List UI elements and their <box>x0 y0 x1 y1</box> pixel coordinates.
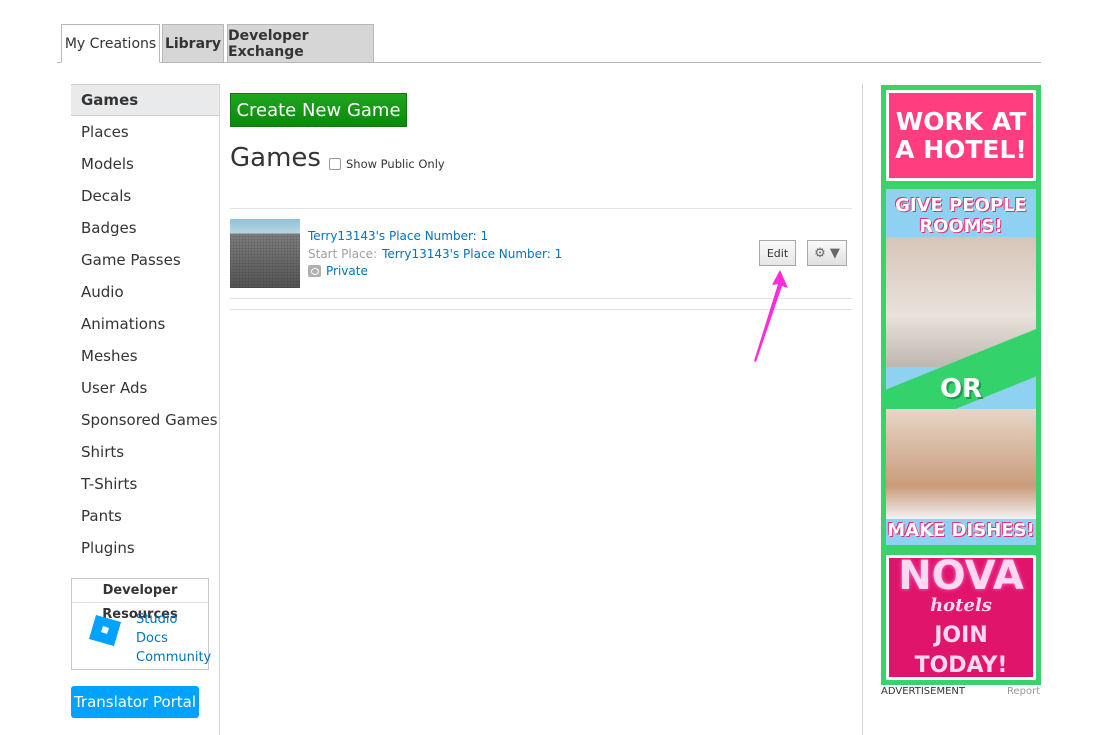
ad-panel-work-at-hotel: WORK AT A HOTEL! <box>886 90 1036 181</box>
tab-library[interactable]: Library <box>162 24 224 62</box>
docs-link[interactable]: Docs <box>136 629 211 648</box>
annotation-arrow-icon <box>754 270 788 362</box>
developer-resources-box: Developer Resources Studio Docs Communit… <box>71 578 211 670</box>
list-divider-top <box>230 208 852 209</box>
ad-scene-image-2 <box>886 409 1036 519</box>
sidebar-item-sponsored-games[interactable]: Sponsored Games <box>71 404 219 436</box>
translator-portal-button[interactable]: Translator Portal <box>71 686 199 718</box>
community-link[interactable]: Community <box>136 648 211 667</box>
create-new-game-button[interactable]: Create New Game <box>230 93 407 127</box>
tab-developer-exchange[interactable]: Developer Exchange <box>227 24 374 62</box>
sidebar-item-models[interactable]: Models <box>71 148 219 180</box>
sidebar-item-shirts[interactable]: Shirts <box>71 436 219 468</box>
game-title-link[interactable]: Terry13143's Place Number: 1 <box>308 229 488 243</box>
sidebar-item-badges[interactable]: Badges <box>71 212 219 244</box>
ad-brand-nova: NOVA <box>898 552 1024 599</box>
sidebar-item-plugins[interactable]: Plugins <box>71 532 219 564</box>
sidebar: Games Places Models Decals Badges Game P… <box>71 84 219 564</box>
ad-text-or: OR <box>939 374 983 404</box>
sidebar-item-games[interactable]: Games <box>71 84 219 116</box>
edit-button[interactable]: Edit <box>759 240 796 266</box>
sidebar-item-user-ads[interactable]: User Ads <box>71 372 219 404</box>
sidebar-item-audio[interactable]: Audio <box>71 276 219 308</box>
private-eye-icon <box>308 265 321 277</box>
tab-divider <box>57 62 1041 63</box>
start-place-link[interactable]: Terry13143's Place Number: 1 <box>382 247 562 261</box>
ad-cta-join: JOIN TODAY! <box>914 622 1008 678</box>
content-right-divider <box>862 84 863 735</box>
sidebar-divider <box>219 84 220 735</box>
tab-my-creations[interactable]: My Creations <box>61 24 160 63</box>
gear-dropdown-button[interactable]: ⚙ ▼ <box>807 240 847 266</box>
advertisement-banner[interactable]: WORK AT A HOTEL! GIVE PEOPLE ROOMS! OR M… <box>881 85 1041 685</box>
privacy-label: Private <box>326 264 368 278</box>
ad-panel-rooms-dishes: GIVE PEOPLE ROOMS! OR MAKE DISHES! <box>881 189 1041 545</box>
start-place-label: Start Place: <box>308 247 378 261</box>
report-ad-link[interactable]: Report <box>1007 686 1040 697</box>
show-public-only-checkbox[interactable] <box>329 158 341 170</box>
start-place-row: Start Place: Terry13143's Place Number: 1 <box>308 247 562 261</box>
show-public-only-label: Show Public Only <box>346 157 445 171</box>
ad-panel-nova-hotels: NOVA hotels JOIN TODAY! <box>886 555 1036 680</box>
sidebar-item-animations[interactable]: Animations <box>71 308 219 340</box>
ad-brand-hotels: hotels <box>930 594 992 616</box>
sidebar-item-places[interactable]: Places <box>71 116 219 148</box>
sidebar-item-pants[interactable]: Pants <box>71 500 219 532</box>
roblox-studio-icon <box>89 615 121 646</box>
sidebar-item-game-passes[interactable]: Game Passes <box>71 244 219 276</box>
advertisement-label: ADVERTISEMENT <box>881 686 966 697</box>
studio-link[interactable]: Studio <box>136 610 211 629</box>
privacy-status[interactable]: Private <box>308 264 368 278</box>
developer-resources-title: Developer Resources <box>72 579 208 622</box>
sidebar-item-decals[interactable]: Decals <box>71 180 219 212</box>
sidebar-item-meshes[interactable]: Meshes <box>71 340 219 372</box>
game-thumbnail[interactable] <box>230 219 300 288</box>
page-title: Games <box>230 143 321 173</box>
ad-text-give-rooms: GIVE PEOPLE ROOMS! <box>895 195 1027 237</box>
ad-text-make-dishes: MAKE DISHES! <box>887 520 1035 541</box>
show-public-only-filter: Show Public Only <box>329 157 445 171</box>
sidebar-item-t-shirts[interactable]: T-Shirts <box>71 468 219 500</box>
